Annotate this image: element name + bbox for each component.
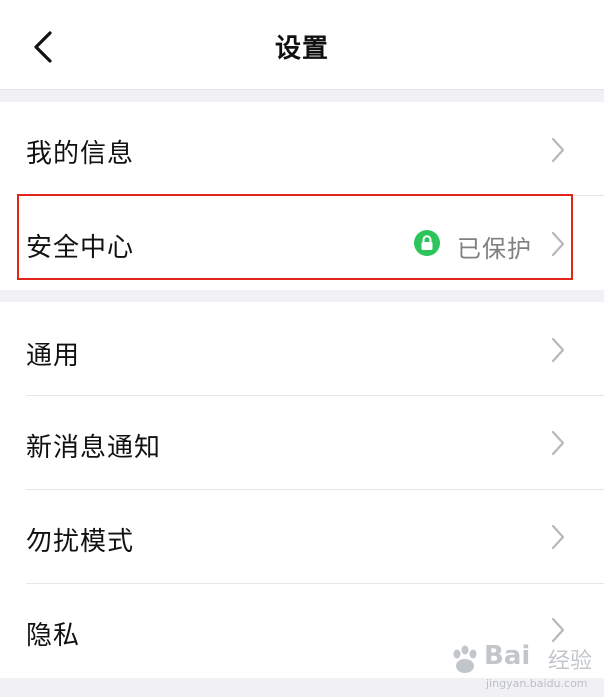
watermark-brand: Bai (484, 641, 531, 671)
settings-item-my-info[interactable]: 我的信息 (0, 102, 604, 196)
watermark-url: jingyan.baidu.com (486, 677, 588, 690)
settings-item-label: 安全中心 (26, 233, 135, 263)
section-gap (0, 290, 604, 302)
settings-item-label: 我的信息 (26, 139, 135, 169)
navigation-bar: 设置 (0, 0, 604, 90)
paw-logo (453, 645, 477, 673)
settings-item-label: 新消息通知 (26, 433, 162, 463)
chevron-right-icon (551, 524, 565, 550)
settings-item-general[interactable]: 通用 (0, 302, 604, 396)
watermark-jingyan: 经验 (548, 649, 593, 674)
chevron-right-icon (551, 137, 565, 163)
settings-item-new-message-notifications[interactable]: 新消息通知 (0, 396, 604, 490)
settings-item-security-center[interactable]: 安全中心 已保护 (0, 196, 604, 290)
settings-item-do-not-disturb[interactable]: 勿扰模式 (0, 490, 604, 584)
settings-item-label: 勿扰模式 (26, 527, 135, 557)
section-gap (0, 90, 604, 102)
security-status: 已保护 (457, 235, 532, 263)
baidu-jingyan-watermark: Bai 经验 jingyan.baidu.com (448, 633, 598, 695)
protected-badge (414, 230, 440, 256)
chevron-right-icon (551, 231, 565, 257)
settings-item-label: 通用 (26, 341, 81, 371)
chevron-right-icon (551, 430, 565, 456)
page-title: 设置 (274, 34, 329, 64)
lock-icon (421, 235, 433, 250)
chevron-right-icon (551, 337, 565, 363)
settings-item-label: 隐私 (26, 621, 81, 651)
